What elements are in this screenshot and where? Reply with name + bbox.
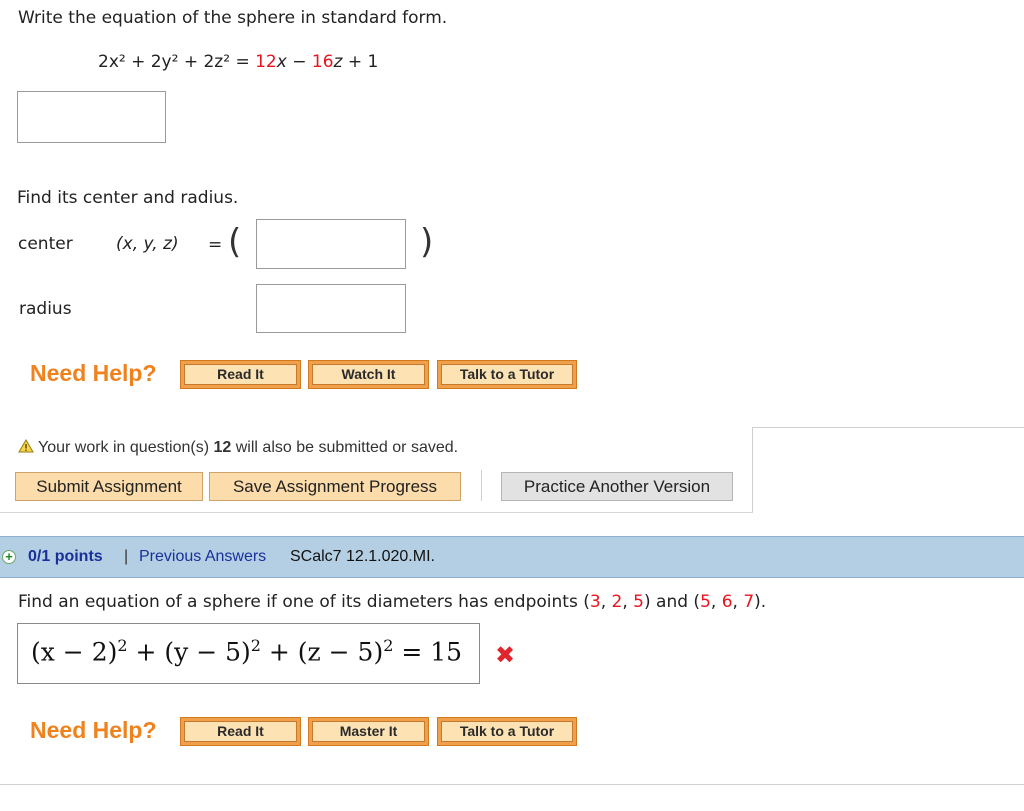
points-score: 0/1 points bbox=[28, 548, 103, 565]
endpoint-2-z: 7 bbox=[743, 592, 755, 612]
endpoint-2-y: 6 bbox=[721, 592, 733, 612]
center-open-paren: ( bbox=[228, 222, 242, 262]
talk-to-tutor-label: Talk to a Tutor bbox=[441, 364, 573, 385]
center-answer-input[interactable] bbox=[256, 219, 406, 269]
talk-to-tutor-button-2[interactable]: Talk to a Tutor bbox=[437, 717, 577, 746]
button-separator bbox=[481, 470, 482, 501]
answer-exponent-2: 2 bbox=[250, 636, 261, 655]
endpoint-1-close: ) bbox=[643, 592, 651, 612]
submitted-answer: (x − 2)2 + (y − 5)2 + (z − 5)2 = 15 bbox=[31, 636, 462, 666]
given-equation: 2x² + 2y² + 2z² = 12x − 16z + 1 bbox=[98, 52, 378, 72]
warning-triangle-icon bbox=[18, 439, 34, 453]
previous-answers-link[interactable]: Previous Answers bbox=[139, 548, 266, 566]
find-center-radius-prompt: Find its center and radius. bbox=[17, 188, 239, 208]
question-prompt: Write the equation of the sphere in stan… bbox=[18, 8, 448, 28]
center-label: center bbox=[18, 234, 73, 254]
answer-tail: = 15 bbox=[393, 637, 463, 667]
master-it-label: Master It bbox=[312, 721, 425, 742]
answer-exponent-3: 2 bbox=[383, 636, 394, 655]
submit-panel-border bbox=[752, 427, 1024, 513]
endpoint-2-close: ). bbox=[754, 592, 767, 612]
diameter-prompt-text: Find an equation of a sphere if one of i… bbox=[18, 592, 578, 612]
endpoint-2-x: 5 bbox=[700, 592, 711, 612]
talk-to-tutor-label-2: Talk to a Tutor bbox=[441, 721, 573, 742]
practice-another-version-button[interactable]: Practice Another Version bbox=[501, 472, 733, 501]
read-it-label-2: Read It bbox=[184, 721, 297, 742]
watch-it-label: Watch It bbox=[312, 364, 425, 385]
standard-form-answer-input[interactable] bbox=[17, 91, 166, 143]
center-close-paren: ) bbox=[420, 222, 434, 262]
master-it-button[interactable]: Master It bbox=[308, 717, 429, 746]
talk-to-tutor-button[interactable]: Talk to a Tutor bbox=[437, 360, 577, 389]
warning-question-number: 12 bbox=[213, 439, 232, 456]
radius-answer-input[interactable] bbox=[256, 284, 406, 333]
submit-panel-divider bbox=[0, 512, 753, 513]
submission-warning: Your work in question(s) 12 will also be… bbox=[18, 439, 458, 457]
endpoints-and: and bbox=[656, 592, 689, 612]
save-assignment-progress-button[interactable]: Save Assignment Progress bbox=[209, 472, 461, 501]
need-help-label: Need Help? bbox=[30, 360, 157, 386]
read-it-label: Read It bbox=[184, 364, 297, 385]
red-x-icon: ✖ bbox=[495, 641, 516, 669]
diameter-question-prompt: Find an equation of a sphere if one of i… bbox=[18, 592, 767, 612]
endpoint-1-open: ( bbox=[583, 592, 590, 612]
endpoint-1-y: 2 bbox=[611, 592, 623, 612]
answer-part-2: + (y − 5) bbox=[127, 637, 251, 667]
equation-coef-16: 16 bbox=[311, 52, 334, 72]
endpoint-1-x: 3 bbox=[589, 592, 601, 612]
read-it-button-2[interactable]: Read It bbox=[180, 717, 301, 746]
equation-coef-12: 12 bbox=[255, 52, 277, 72]
center-equals: = bbox=[208, 235, 223, 255]
answer-part-3: + (z − 5) bbox=[260, 637, 384, 667]
question-header: + 0/1 points | Previous Answers SCalc7 1… bbox=[0, 536, 1024, 578]
warning-prefix: Your work in question(s) bbox=[38, 439, 210, 456]
answer-part-1: (x − 2) bbox=[31, 637, 118, 667]
header-separator: | bbox=[124, 548, 129, 565]
answer-exponent-1: 2 bbox=[117, 636, 128, 655]
need-help-label-2: Need Help? bbox=[30, 717, 157, 743]
bottom-divider bbox=[0, 784, 1024, 785]
submit-assignment-button[interactable]: Submit Assignment bbox=[15, 472, 203, 501]
radius-label: radius bbox=[19, 299, 72, 319]
sphere-equation-answer-input[interactable]: (x − 2)2 + (y − 5)2 + (z − 5)2 = 15 bbox=[17, 623, 480, 684]
endpoint-1-z: 5 bbox=[633, 592, 644, 612]
question-code: SCalc7 12.1.020.MI. bbox=[290, 548, 435, 565]
watch-it-button[interactable]: Watch It bbox=[308, 360, 429, 389]
equation-var-x: x bbox=[276, 52, 287, 72]
center-variables: (x, y, z) bbox=[116, 234, 179, 254]
plus-circle-icon[interactable]: + bbox=[2, 550, 16, 564]
equation-lhs: 2x² + 2y² + 2z² = bbox=[98, 52, 250, 72]
equation-tail: + 1 bbox=[347, 52, 379, 72]
read-it-button[interactable]: Read It bbox=[180, 360, 301, 389]
warning-suffix: will also be submitted or saved. bbox=[235, 439, 459, 456]
equation-var-z: z bbox=[333, 52, 343, 72]
equation-minus: − bbox=[292, 52, 307, 72]
